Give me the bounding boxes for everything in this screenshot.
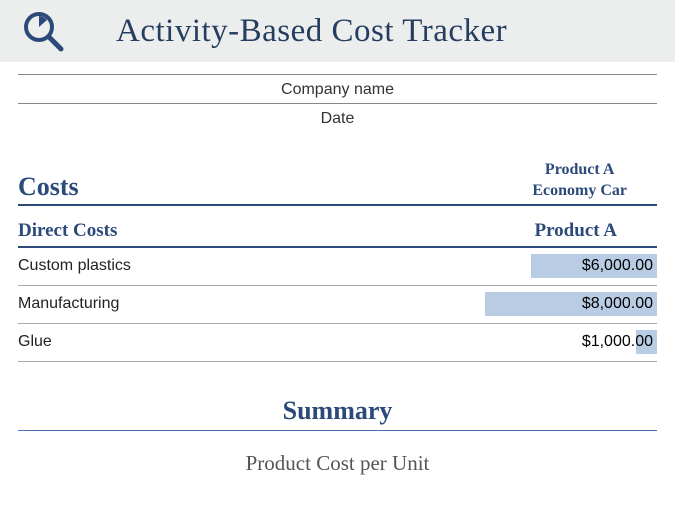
cost-item-label: Glue bbox=[18, 333, 52, 351]
cost-value-cell: $6,000.00 bbox=[427, 254, 657, 278]
summary-subtitle: Product Cost per Unit bbox=[18, 451, 657, 476]
cost-value-cell: $8,000.00 bbox=[427, 292, 657, 316]
direct-costs-header: Direct Costs Product A bbox=[18, 220, 657, 248]
content-area: Company name Date Costs Product A Econom… bbox=[0, 74, 675, 476]
cost-item-value: $1,000.00 bbox=[582, 333, 657, 351]
page-header: Activity-Based Cost Tracker bbox=[0, 0, 675, 62]
table-row: Glue $1,000.00 bbox=[18, 324, 657, 362]
company-name-field[interactable]: Company name bbox=[18, 74, 657, 103]
table-row: Manufacturing $8,000.00 bbox=[18, 286, 657, 324]
cost-item-value: $8,000.00 bbox=[582, 295, 657, 313]
cost-rows-container: Custom plastics $6,000.00 Manufacturing $8,… bbox=[18, 248, 657, 362]
cost-item-value: $6,000.00 bbox=[582, 257, 657, 275]
direct-costs-title: Direct Costs bbox=[18, 220, 117, 242]
costs-section-header: Costs Product A Economy Car bbox=[18, 160, 657, 206]
product-column-header: Product A bbox=[534, 220, 657, 242]
summary-title: Summary bbox=[18, 396, 657, 431]
cost-value-cell: $1,000.00 bbox=[427, 330, 657, 354]
date-field[interactable]: Date bbox=[18, 103, 657, 132]
product-header-block: Product A Economy Car bbox=[532, 160, 657, 204]
cost-item-label: Manufacturing bbox=[18, 295, 119, 313]
costs-title: Costs bbox=[18, 172, 79, 204]
table-row: Custom plastics $6,000.00 bbox=[18, 248, 657, 286]
page-title: Activity-Based Cost Tracker bbox=[116, 13, 507, 50]
product-description: Economy Car bbox=[532, 181, 627, 202]
product-name: Product A bbox=[532, 160, 627, 181]
magnifier-pie-icon bbox=[18, 9, 68, 53]
cost-item-label: Custom plastics bbox=[18, 257, 131, 275]
